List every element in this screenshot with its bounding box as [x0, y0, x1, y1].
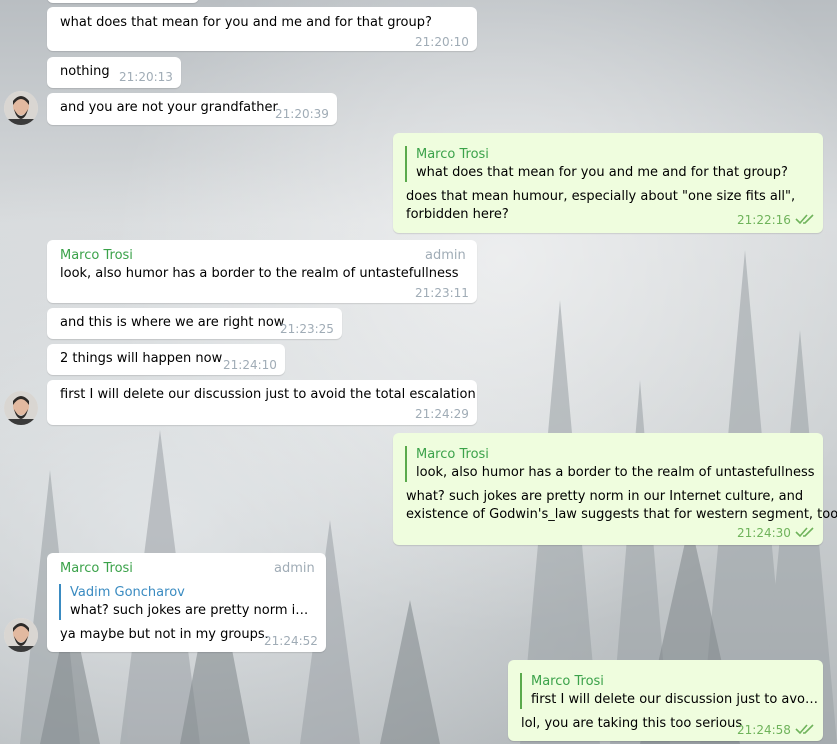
message-time: 21:23:25: [280, 322, 334, 336]
message-bubble[interactable]: Marco Trosi what does that mean for you …: [393, 133, 823, 233]
message-bubble[interactable]: Marco Trosi look, also humor has a borde…: [393, 433, 837, 545]
message-text: nothing: [60, 64, 110, 79]
message-bubble[interactable]: [47, 0, 199, 3]
message-text: lol, you are taking this too serious: [521, 716, 743, 731]
message-text: look, also humor has a border to the rea…: [60, 266, 459, 281]
sender-name[interactable]: Marco Trosi: [60, 247, 133, 265]
reply-quote[interactable]: Marco Trosi look, also humor has a borde…: [405, 446, 816, 482]
message-bubble[interactable]: nothing 21:20:13: [47, 57, 181, 88]
avatar-face-icon: [4, 391, 38, 425]
message-text: first I will delete our discussion just …: [60, 387, 476, 402]
message-time: 21:24:58: [737, 723, 791, 737]
reply-sender: Marco Trosi: [416, 447, 489, 462]
admin-badge: admin: [274, 561, 315, 576]
message-bubble[interactable]: and this is where we are right now 21:23…: [47, 308, 342, 339]
message-time: 21:20:13: [119, 70, 173, 84]
message-time: 21:24:29: [415, 407, 469, 421]
reply-quote[interactable]: Vadim Goncharov what? such jokes are pre…: [59, 584, 310, 620]
message-time: 21:23:11: [415, 286, 469, 300]
reply-quote[interactable]: Marco Trosi first I will delete our disc…: [520, 673, 819, 709]
message-time: 21:24:10: [223, 358, 277, 372]
reply-text: first I will delete our discussion just …: [531, 692, 819, 707]
user-avatar[interactable]: [4, 391, 38, 425]
reply-sender: Marco Trosi: [416, 147, 489, 162]
message-bubble[interactable]: Marco Trosi first I will delete our disc…: [508, 660, 823, 741]
message-text: and this is where we are right now: [60, 315, 285, 330]
reply-text: what? such jokes are pretty norm in o...: [70, 603, 310, 618]
message-bubble[interactable]: 2 things will happen now 21:24:10: [47, 344, 285, 375]
message-text: 2 things will happen now: [60, 351, 223, 366]
message-time: 21:24:30: [737, 526, 791, 540]
double-check-icon: [795, 214, 814, 225]
message-bubble[interactable]: and you are not your grandfather 21:20:3…: [47, 93, 337, 125]
double-check-icon: [795, 527, 814, 538]
reply-sender: Vadim Goncharov: [70, 585, 185, 600]
reply-text: what does that mean for you and me and f…: [416, 165, 788, 180]
user-avatar[interactable]: [4, 618, 38, 652]
message-bubble[interactable]: Marco Trosi admin look, also humor has a…: [47, 240, 477, 303]
avatar-face-icon: [4, 618, 38, 652]
message-text: and you are not your grandfather: [60, 100, 278, 115]
user-avatar[interactable]: [4, 91, 38, 125]
message-text: existence of Godwin's_law suggests that …: [406, 507, 837, 522]
message-text: forbidden here?: [406, 207, 509, 222]
message-text: does that mean humour, especially about …: [406, 189, 796, 204]
message-time: 21:20:39: [275, 107, 329, 121]
message-time: 21:24:52: [264, 634, 318, 648]
reply-quote[interactable]: Marco Trosi what does that mean for you …: [405, 146, 816, 182]
message-text: what does that mean for you and me and f…: [60, 15, 432, 30]
message-time: 21:20:10: [415, 35, 469, 49]
message-bubble[interactable]: Marco Trosi admin Vadim Goncharov what? …: [47, 553, 326, 652]
reply-text: look, also humor has a border to the rea…: [416, 465, 815, 480]
double-check-icon: [795, 724, 814, 735]
message-bubble[interactable]: first I will delete our discussion just …: [47, 380, 477, 425]
message-bubble[interactable]: what does that mean for you and me and f…: [47, 7, 477, 51]
message-time: 21:22:16: [737, 213, 791, 227]
message-text: ya maybe but not in my groups.: [60, 627, 269, 642]
sender-name[interactable]: Marco Trosi: [60, 560, 133, 578]
admin-badge: admin: [425, 248, 466, 263]
message-text: what? such jokes are pretty norm in our …: [406, 489, 804, 504]
reply-sender: Marco Trosi: [531, 674, 604, 689]
avatar-face-icon: [4, 91, 38, 125]
